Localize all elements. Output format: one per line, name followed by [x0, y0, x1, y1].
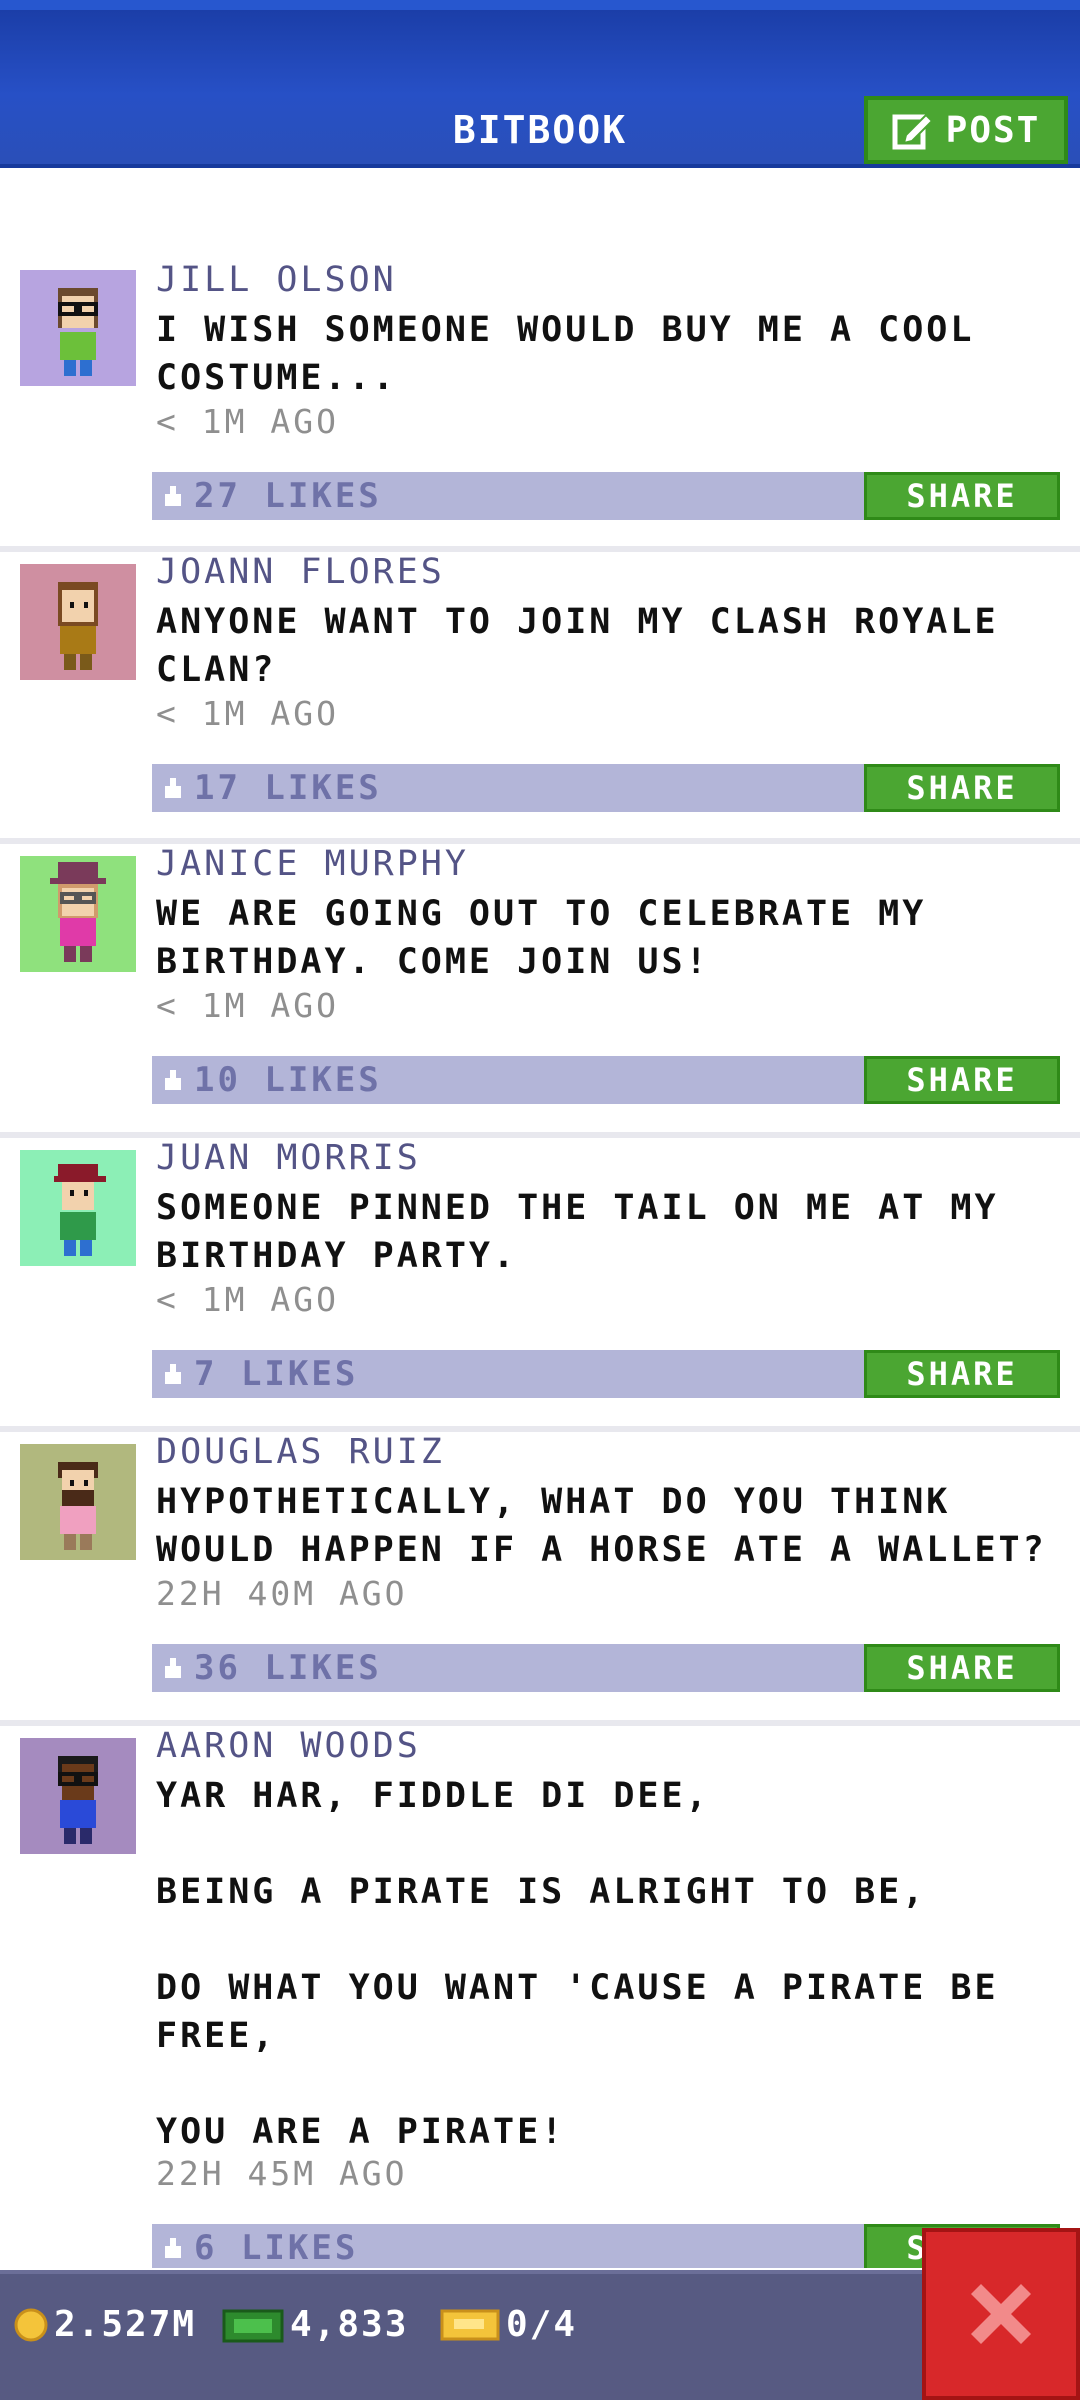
- feed-post: JANICE MURPHY WE ARE GOING OUT TO CELEBR…: [0, 844, 1080, 1138]
- post-author[interactable]: JANICE MURPHY: [156, 844, 469, 884]
- like-count: 7 LIKES: [162, 1354, 358, 1394]
- post-text: I WISH SOMEONE WOULD BUY ME A COOL COSTU…: [156, 310, 975, 398]
- cash-icon: [222, 2309, 284, 2342]
- feed-post: JUAN MORRIS SOMEONE PINNED THE TAIL ON M…: [0, 1138, 1080, 1432]
- post-time: 22H 40M AGO: [156, 1574, 408, 1613]
- coins-stat: 2.527M: [14, 2304, 196, 2345]
- likes-label: 7 LIKES: [194, 1354, 359, 1394]
- close-button[interactable]: [922, 2228, 1080, 2400]
- share-button[interactable]: SHARE: [864, 1644, 1060, 1692]
- avatar[interactable]: [20, 564, 136, 680]
- likes-label: 36 LIKES: [194, 1648, 382, 1688]
- like-bar[interactable]: 27 LIKES SHARE: [152, 472, 1060, 520]
- thumb-up-icon: [165, 486, 181, 506]
- post-text: WE ARE GOING OUT TO CELEBRATE MY BIRTHDA…: [156, 894, 927, 982]
- post-text: SOMEONE PINNED THE TAIL ON ME AT MY BIRT…: [156, 1188, 999, 1276]
- post-button[interactable]: POST: [864, 96, 1068, 164]
- coins-value: 2.527M: [54, 2304, 197, 2345]
- tickets-stat: 0/4: [440, 2304, 577, 2345]
- post-text: YAR HAR, FIDDLE DI DEE, BEING A PIRATE I…: [156, 1776, 999, 2152]
- like-count: 10 LIKES: [162, 1060, 382, 1100]
- post-author[interactable]: DOUGLAS RUIZ: [156, 1432, 445, 1472]
- share-button[interactable]: SHARE: [864, 472, 1060, 520]
- avatar[interactable]: [20, 856, 136, 972]
- like-count: 36 LIKES: [162, 1648, 382, 1688]
- like-bar[interactable]: 36 LIKES SHARE: [152, 1644, 1060, 1692]
- post-time: < 1M AGO: [156, 1280, 339, 1319]
- feed-post: JILL OLSON I WISH SOMEONE WOULD BUY ME A…: [0, 260, 1080, 552]
- avatar[interactable]: [20, 1738, 136, 1854]
- feed-post: AARON WOODS YAR HAR, FIDDLE DI DEE, BEIN…: [0, 1726, 1080, 2268]
- person-icon: [58, 288, 98, 376]
- thumb-up-icon: [165, 2238, 181, 2258]
- likes-label: 10 LIKES: [194, 1060, 382, 1100]
- post-author[interactable]: JOANN FLORES: [156, 552, 445, 592]
- avatar[interactable]: [20, 1150, 136, 1266]
- person-icon: [58, 582, 98, 670]
- like-count: 27 LIKES: [162, 476, 382, 516]
- person-icon: [50, 862, 106, 962]
- person-icon: [58, 1462, 98, 1550]
- feed-post: DOUGLAS RUIZ HYPOTHETICALLY, WHAT DO YOU…: [0, 1432, 1080, 1726]
- app-header: BITBOOK POST: [0, 0, 1080, 168]
- bux-value: 4,833: [290, 2304, 409, 2345]
- post-author[interactable]: JUAN MORRIS: [156, 1138, 421, 1178]
- post-text: HYPOTHETICALLY, WHAT DO YOU THINK WOULD …: [156, 1482, 1047, 1570]
- likes-label: 6 LIKES: [194, 2228, 359, 2268]
- tickets-value: 0/4: [506, 2304, 578, 2345]
- bux-stat: 4,833: [222, 2304, 408, 2345]
- post-label: POST: [945, 109, 1041, 151]
- ticket-icon: [440, 2309, 500, 2340]
- likes-label: 27 LIKES: [194, 476, 382, 516]
- share-button[interactable]: SHARE: [864, 1350, 1060, 1398]
- post-time: < 1M AGO: [156, 694, 339, 733]
- thumb-up-icon: [165, 1364, 181, 1384]
- avatar[interactable]: [20, 1444, 136, 1560]
- feed[interactable]: JILL OLSON I WISH SOMEONE WOULD BUY ME A…: [0, 168, 1080, 2268]
- close-icon: [971, 2284, 1031, 2344]
- post-text: ANYONE WANT TO JOIN MY CLASH ROYALE CLAN…: [156, 602, 999, 690]
- like-count: 17 LIKES: [162, 768, 382, 808]
- edit-icon: [892, 113, 934, 150]
- feed-post: JOANN FLORES ANYONE WANT TO JOIN MY CLAS…: [0, 552, 1080, 844]
- share-button[interactable]: SHARE: [864, 764, 1060, 812]
- post-time: < 1M AGO: [156, 986, 339, 1025]
- post-author[interactable]: JILL OLSON: [156, 260, 397, 300]
- thumb-up-icon: [165, 1070, 181, 1090]
- avatar[interactable]: [20, 270, 136, 386]
- post-author[interactable]: AARON WOODS: [156, 1726, 421, 1766]
- like-count: 6 LIKES: [162, 2228, 358, 2268]
- like-bar[interactable]: 17 LIKES SHARE: [152, 764, 1060, 812]
- post-time: < 1M AGO: [156, 402, 339, 441]
- status-bar: 2.527M 4,833 0/4: [0, 2270, 1080, 2400]
- like-bar[interactable]: 10 LIKES SHARE: [152, 1056, 1060, 1104]
- thumb-up-icon: [165, 778, 181, 798]
- share-button[interactable]: SHARE: [864, 1056, 1060, 1104]
- person-icon: [58, 1756, 98, 1844]
- likes-label: 17 LIKES: [194, 768, 382, 808]
- post-time: 22H 45M AGO: [156, 2154, 408, 2193]
- coin-icon: [14, 2308, 48, 2341]
- person-icon: [54, 1164, 106, 1256]
- thumb-up-icon: [165, 1658, 181, 1678]
- like-bar[interactable]: 7 LIKES SHARE: [152, 1350, 1060, 1398]
